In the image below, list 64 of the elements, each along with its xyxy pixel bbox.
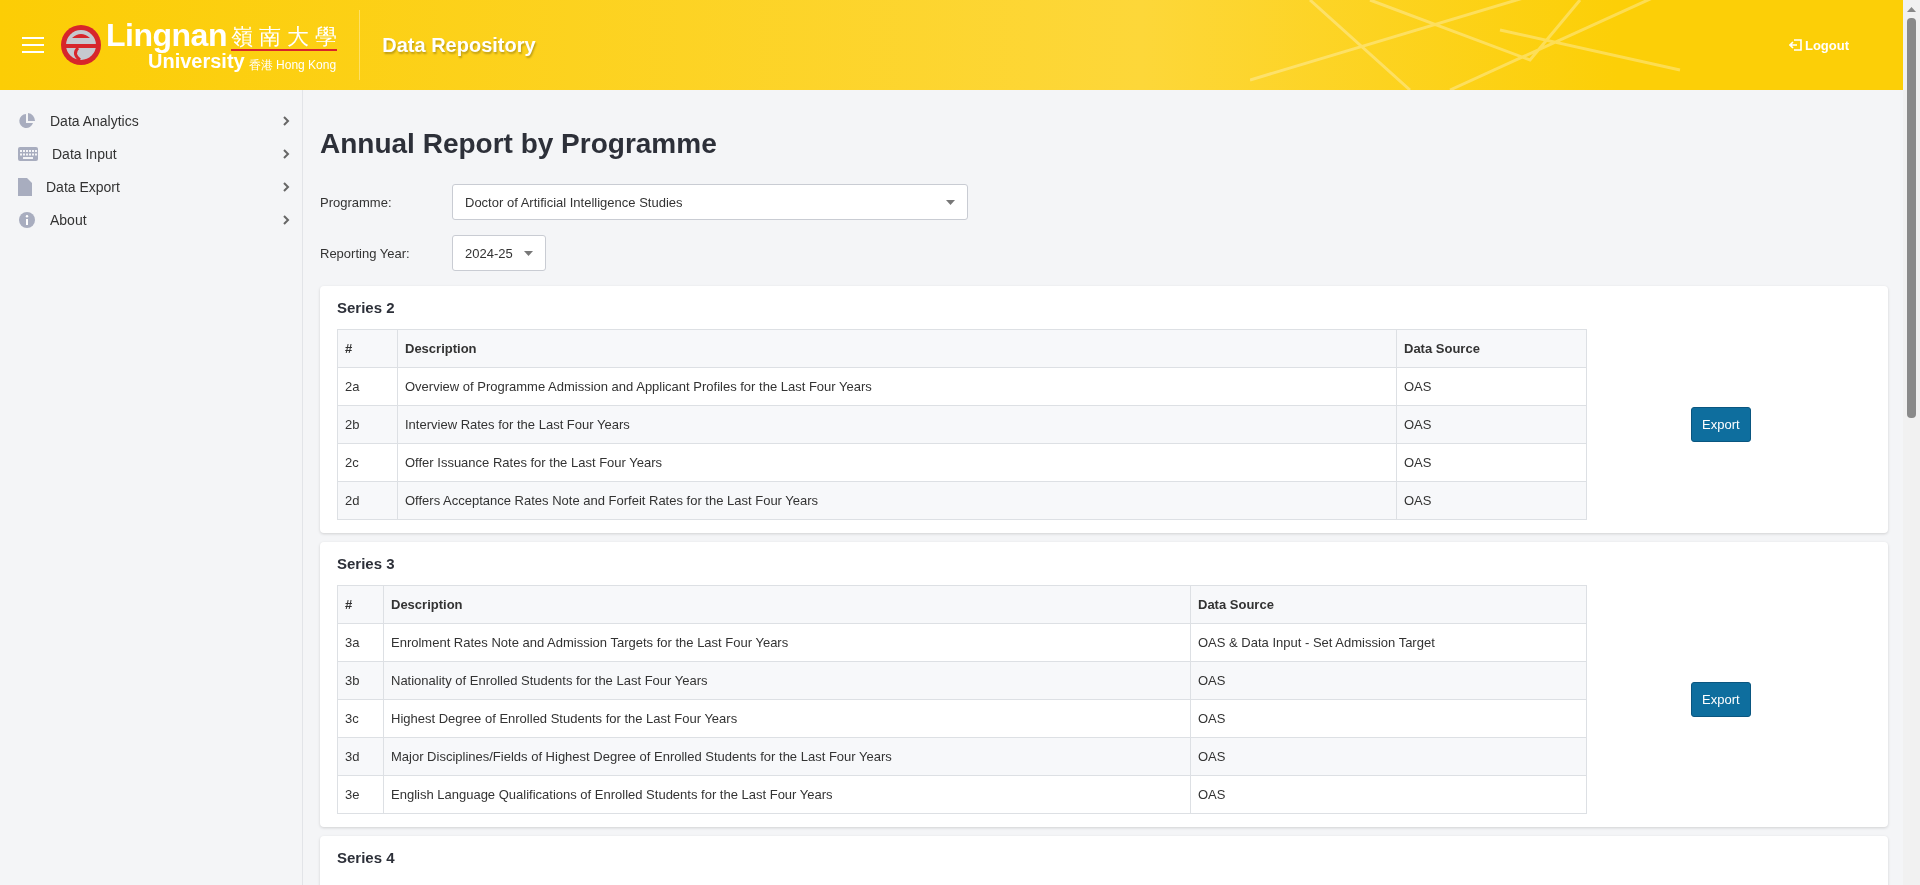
card-title: Series 4 — [337, 849, 396, 866]
field-label: Reporting Year: — [320, 245, 411, 261]
sidebar-item[interactable]: About — [0, 203, 302, 236]
chevron-right-icon — [283, 181, 290, 192]
column-header: # — [337, 329, 398, 368]
table-cell: Enrolment Rates Note and Admission Targets for the Last Four Years — [383, 623, 1191, 662]
table-cell: 2b — [337, 405, 398, 444]
table-cell: 3d — [337, 737, 384, 776]
table-cell: OAS & Data Input - Set Admission Target — [1190, 623, 1587, 662]
table-cell: OAS — [1396, 367, 1587, 406]
table-cell: English Language Qualifications of Enrolled Students for the Last Four Years — [383, 775, 1191, 814]
card-title: Series 2 — [337, 299, 396, 316]
table-cell: 3e — [337, 775, 384, 814]
table-cell: 2a — [337, 367, 398, 406]
caret-down-icon — [524, 250, 533, 256]
column-header: Description — [397, 329, 1397, 368]
sidebar-item[interactable]: Data Export — [0, 170, 302, 203]
table-cell: OAS — [1190, 699, 1587, 738]
chevron-right-icon — [283, 115, 290, 126]
card-title: Series 3 — [337, 555, 396, 572]
sidebar-item[interactable]: Data Analytics — [0, 104, 302, 137]
logout-icon — [1788, 39, 1802, 51]
table-cell: 3c — [337, 699, 384, 738]
table-cell: 3a — [337, 623, 384, 662]
chevron-right-icon — [283, 148, 290, 159]
pie-chart-icon — [18, 111, 36, 130]
table-cell: OAS — [1190, 737, 1587, 776]
export-button[interactable]: Export — [1691, 407, 1751, 442]
table-cell: Highest Degree of Enrolled Students for the Last Four Years — [383, 699, 1191, 738]
dropdown-field[interactable]: 2024-25 — [452, 235, 546, 271]
table-cell: 2d — [337, 481, 398, 520]
dropdown-field[interactable]: Doctor of Artificial Intelligence Studies — [452, 184, 968, 220]
caret-down-icon — [946, 199, 955, 205]
sidebar-item[interactable]: Data Input — [0, 137, 302, 170]
menu-button[interactable] — [22, 37, 44, 53]
app-title: Data Repository — [382, 33, 536, 57]
table-cell: Overview of Programme Admission and Applicant Profiles for the Last Four Years — [397, 367, 1397, 406]
export-button[interactable]: Export — [1691, 682, 1751, 717]
column-header: Description — [383, 585, 1191, 624]
logo-chinese-text: 嶺 南 大 學 — [230, 26, 338, 51]
chevron-right-icon — [283, 214, 290, 225]
column-header: # — [337, 585, 384, 624]
table-cell: OAS — [1396, 481, 1587, 520]
table-cell: OAS — [1396, 443, 1587, 482]
table-cell: Interview Rates for the Last Four Years — [397, 405, 1397, 444]
table-cell: 3b — [337, 661, 384, 700]
table-cell: OAS — [1190, 661, 1587, 700]
table-cell: Offer Issuance Rates for the Last Four Years — [397, 443, 1397, 482]
table-cell: OAS — [1396, 405, 1587, 444]
keyboard-icon — [18, 146, 38, 161]
table-cell: Offers Acceptance Rates Note and Forfeit Rates for the Last Four Years — [397, 481, 1397, 520]
column-header: Data Source — [1190, 585, 1587, 624]
logo-emblem-icon — [60, 24, 102, 66]
table-cell: Major Disciplines/Fields of Highest Degree of Enrolled Students for the Last Four Years — [383, 737, 1191, 776]
table-cell: 2c — [337, 443, 398, 482]
info-icon — [18, 210, 36, 229]
file-icon — [18, 177, 32, 196]
table-cell: Nationality of Enrolled Students for the Last Four Years — [383, 661, 1191, 700]
logo-place-text: 香港 Hong Kong — [248, 59, 337, 71]
column-header: Data Source — [1396, 329, 1587, 368]
table-cell: OAS — [1190, 775, 1587, 814]
field-label: Programme: — [320, 194, 393, 210]
page-title: Annual Report by Programme — [320, 128, 718, 160]
logo-text: Lingnan — [106, 19, 227, 51]
